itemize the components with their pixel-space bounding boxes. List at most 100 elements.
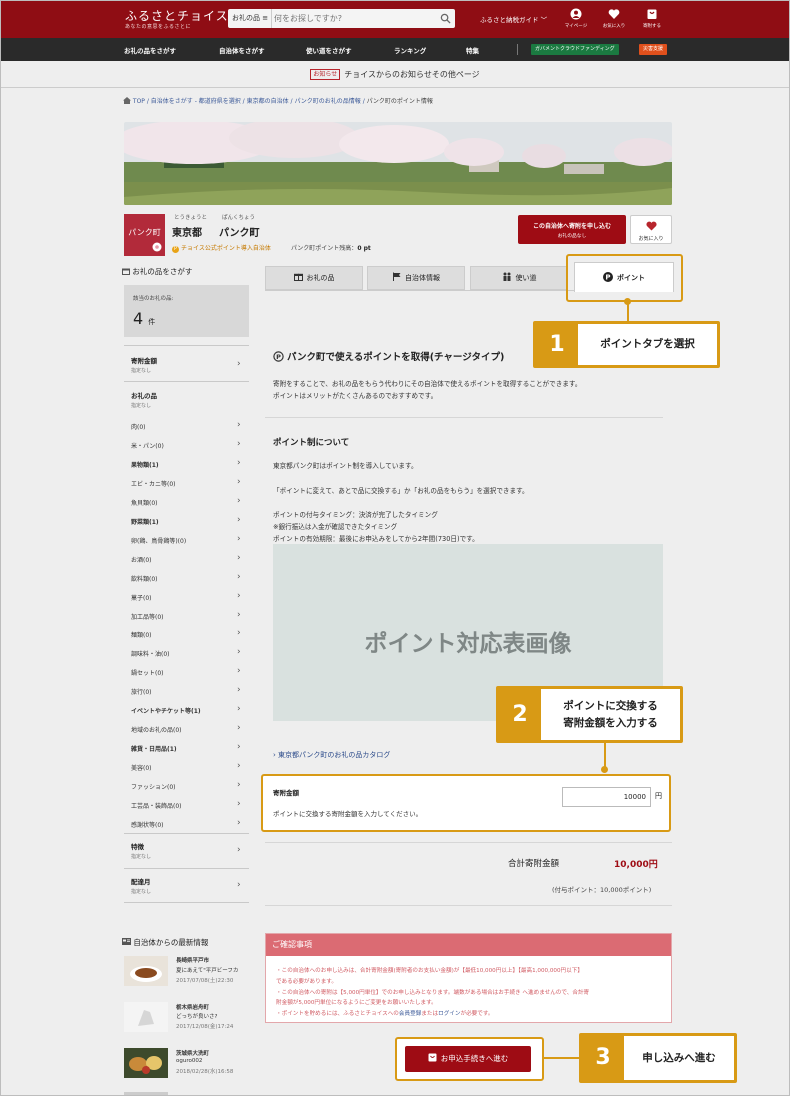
callout-step-3-number: 3 [582, 1036, 624, 1080]
sidebar-category-item[interactable]: 美容(0) [131, 763, 152, 772]
news-headline[interactable]: どっちが良いさ? [176, 1012, 217, 1020]
chevron-right-icon[interactable]: › [237, 534, 241, 544]
timing-text: ※銀行振込は入金が確認できたタイミング [273, 523, 398, 531]
sidebar-category-item[interactable]: 魚貝類(0) [131, 498, 158, 507]
sidebar-category-item[interactable]: 感謝状等(0) [131, 820, 164, 829]
nav-gcf-button[interactable]: ガバメントクラウドファンディング [531, 44, 619, 55]
chevron-right-icon[interactable]: › [237, 458, 241, 468]
chevron-right-icon[interactable]: › [237, 420, 241, 430]
donation-amount-input[interactable] [562, 787, 651, 807]
sidebar-category-item[interactable]: お酒(0) [131, 555, 152, 564]
chevron-right-icon[interactable]: › [237, 496, 241, 506]
sidebar-category-item[interactable]: 麺類(0) [131, 630, 152, 639]
sidebar-category-item[interactable]: ファッション(0) [131, 782, 176, 791]
search-icon[interactable] [440, 13, 451, 24]
sidebar-category-item[interactable]: 飲料類(0) [131, 574, 158, 583]
chevron-right-icon[interactable]: › [237, 553, 241, 563]
proceed-application-button[interactable]: お申込手続きへ進む [405, 1046, 531, 1072]
chevron-right-icon[interactable]: › [237, 647, 241, 657]
search-category-select[interactable]: お礼の品 ≡ [228, 9, 272, 28]
notice-bar[interactable]: お知らせ チョイスからのお知らせその他ページ [0, 62, 790, 88]
chevron-right-icon[interactable]: › [237, 477, 241, 487]
breadcrumb-town-gifts[interactable]: パンク町のお礼の品情報 [294, 98, 360, 105]
nav-disaster-button[interactable]: 災害支援 [639, 44, 668, 55]
catalog-link[interactable]: › 東京都パンク町のお礼の品カタログ [273, 750, 390, 760]
breadcrumb-tokyo[interactable]: 東京都の自治体 [247, 98, 289, 105]
chevron-right-icon[interactable]: › [237, 845, 241, 855]
sidebar-category-item[interactable]: エビ・カニ等(0) [131, 479, 176, 488]
sidebar-category-item[interactable]: 菓子(0) [131, 593, 152, 602]
chevron-right-icon[interactable]: › [237, 591, 241, 601]
sidebar-category-item[interactable]: 果物類(1) [131, 460, 159, 469]
favorites-button[interactable]: お気に入り [599, 8, 629, 29]
sidebar-category-item[interactable]: 米・パン(0) [131, 441, 164, 450]
sidebar-category-item[interactable]: 鍋セット(0) [131, 668, 164, 677]
news-headline[interactable]: oguro002 [176, 1058, 202, 1064]
add-favorite-button[interactable]: お気に入り [630, 215, 672, 244]
nav-find-municipality[interactable]: 自治体をさがす [219, 45, 265, 55]
sidebar-category-item[interactable]: 肉(0) [131, 422, 146, 431]
news-headline[interactable]: 夏にあえて"平戸ビーフカ [176, 966, 238, 974]
chevron-right-icon[interactable]: › [237, 799, 241, 809]
news-thumbnail[interactable] [124, 956, 168, 986]
nav-find-usage[interactable]: 使い道をさがす [306, 45, 352, 55]
chevron-right-icon[interactable]: › [237, 742, 241, 752]
site-logo[interactable]: ふるさとチョイス [125, 7, 229, 24]
chevron-right-icon[interactable]: › [237, 723, 241, 733]
notice-text[interactable]: チョイスからのお知らせその他ページ [344, 70, 479, 79]
section-divider [265, 842, 672, 843]
chevron-right-icon[interactable]: › [237, 880, 241, 890]
tab-municipality-info[interactable]: 自治体情報 [367, 266, 465, 290]
register-link[interactable]: 会員登録 [399, 1011, 421, 1017]
chevron-right-icon[interactable]: › [237, 704, 241, 714]
guide-dropdown[interactable]: ふるさと納税ガイド ﹀ [480, 14, 547, 24]
nav-ranking[interactable]: ランキング [394, 45, 426, 55]
chevron-right-icon[interactable]: › [237, 666, 241, 676]
chevron-right-icon[interactable]: › [237, 439, 241, 449]
sidebar-category-item[interactable]: 卵(鶏、鳥骨鶏等)(0) [131, 536, 186, 545]
sidebar-category-item[interactable]: 調味料・油(0) [131, 649, 170, 658]
chevron-right-icon[interactable]: › [237, 818, 241, 828]
home-icon [123, 97, 131, 104]
login-link[interactable]: ログイン [438, 1011, 460, 1017]
point-charge-icon: P [273, 351, 284, 362]
chevron-right-icon[interactable]: › [237, 761, 241, 771]
nav-special[interactable]: 特集 [466, 45, 479, 55]
filter-amount-title[interactable]: 寄附金額 [131, 355, 157, 365]
result-count-label: 該当のお礼の品: [133, 296, 174, 302]
breadcrumb-find-municipality[interactable]: 自治体をさがす - 都道府県を選択 [151, 98, 241, 105]
about-points-heading: ポイント制について [273, 438, 350, 448]
chevron-right-icon[interactable]: › [237, 359, 241, 369]
chevron-right-icon[interactable]: › [237, 610, 241, 620]
nav-find-gifts[interactable]: お礼の品をさがす [124, 45, 176, 55]
news-thumbnail[interactable] [124, 1002, 168, 1032]
news-thumbnail[interactable] [124, 1048, 168, 1078]
tab-gifts[interactable]: お礼の品 [265, 266, 363, 290]
sidebar-category-item[interactable]: イベントやチケット等(1) [131, 706, 201, 715]
tab-usage[interactable]: 使い道 [470, 266, 568, 290]
callout-step-2-line: 寄附金額を入力する [563, 717, 658, 729]
breadcrumb-top[interactable]: TOP [133, 98, 145, 105]
chevron-right-icon[interactable]: › [237, 780, 241, 790]
result-count-value: 4 [133, 309, 144, 328]
tab-municipality-info-label: 自治体情報 [405, 274, 440, 282]
sidebar-category-item[interactable]: 旅行(0) [131, 687, 152, 696]
filter-delivery-title[interactable]: 配達月 [131, 876, 151, 886]
sidebar-category-item[interactable]: 加工品等(0) [131, 612, 164, 621]
sidebar-divider [124, 345, 249, 346]
sidebar-category-item[interactable]: 野菜類(1) [131, 517, 159, 526]
news-title-label: 自治体からの最新情報 [133, 938, 209, 947]
sidebar-category-item[interactable]: 雑貨・日用品(1) [131, 744, 177, 753]
chevron-right-icon[interactable]: › [237, 685, 241, 695]
sidebar-category-item[interactable]: 地域のお礼の品(0) [131, 725, 182, 734]
chevron-right-icon[interactable]: › [237, 628, 241, 638]
filter-feature-title[interactable]: 特徴 [131, 841, 144, 851]
sidebar-category-item[interactable]: 工芸品・装飾品(0) [131, 801, 182, 810]
mypage-button[interactable]: マイページ [561, 8, 591, 29]
chevron-right-icon[interactable]: › [237, 572, 241, 582]
chevron-right-icon[interactable]: › [237, 515, 241, 525]
search-input[interactable] [274, 11, 434, 26]
donate-to-municipality-button[interactable]: この自治体へ寄附を申し込む お礼の品なし [518, 215, 626, 244]
callout-step-1-text: ポイントタブを選択 [600, 338, 695, 350]
donate-header-button[interactable]: 寄附する [637, 8, 667, 29]
